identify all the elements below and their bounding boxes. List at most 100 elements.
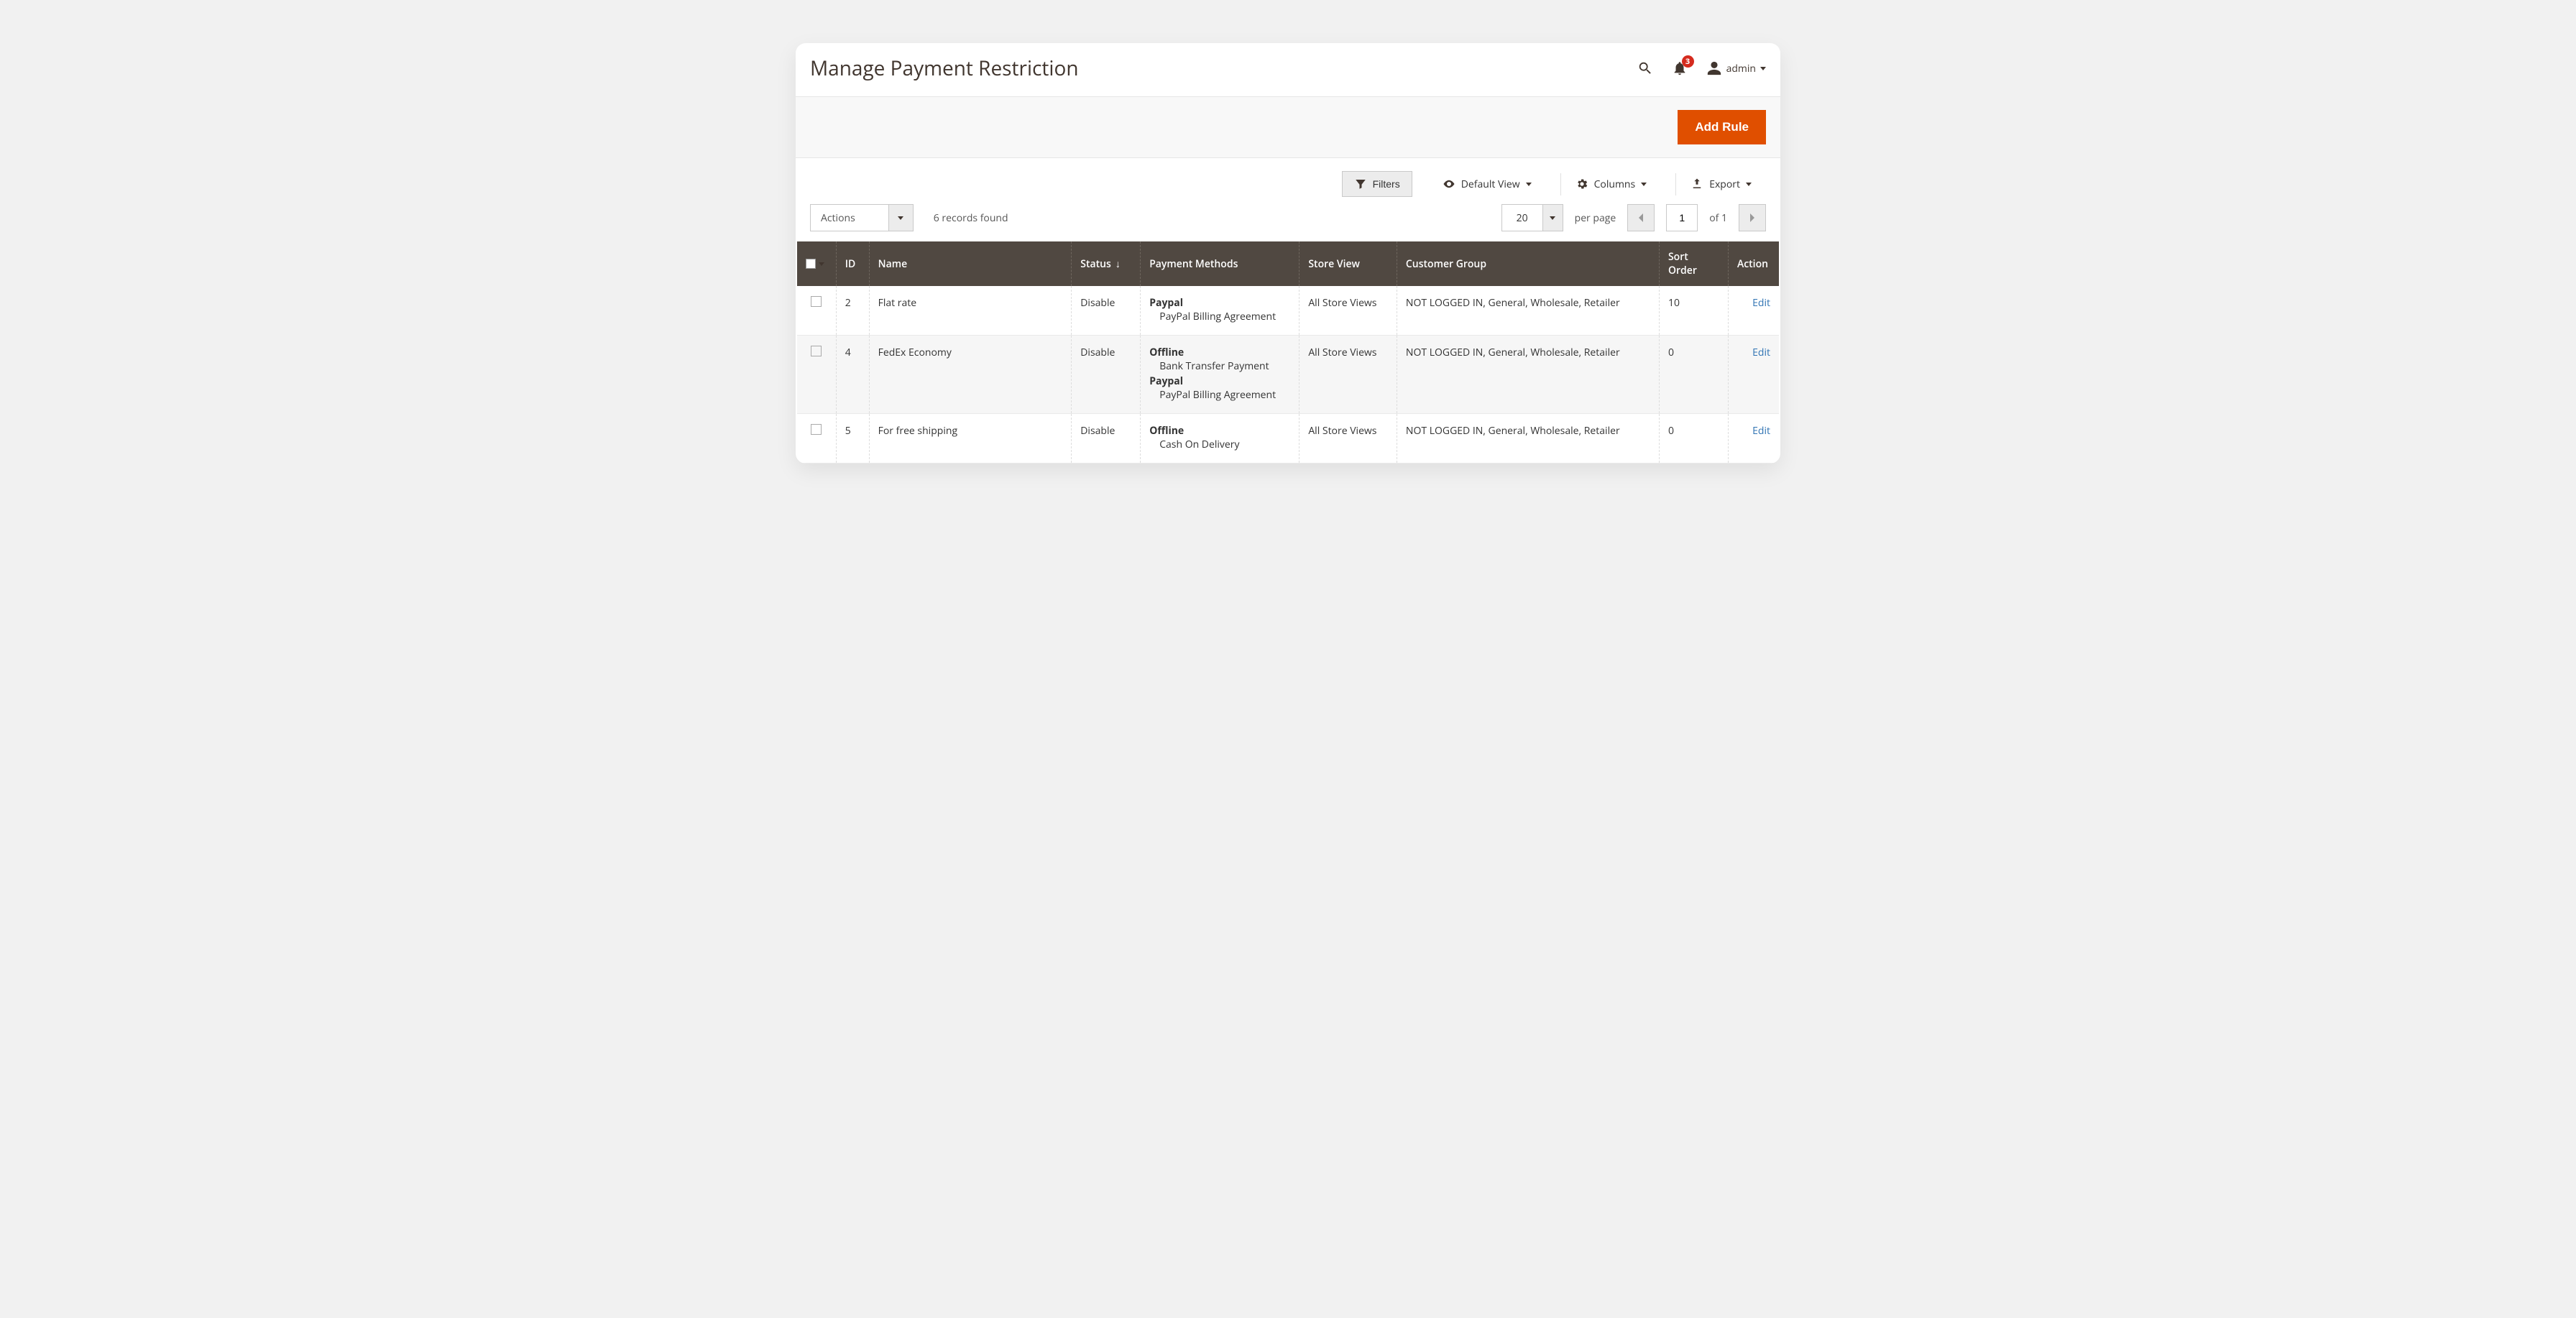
- search-button[interactable]: [1637, 60, 1653, 76]
- columns-label: Columns: [1594, 178, 1636, 191]
- cell-sort-order: 0: [1659, 336, 1728, 414]
- page-total-label: of 1: [1709, 211, 1727, 225]
- records-found-label: 6 records found: [934, 211, 1008, 225]
- payment-method-item: Cash On Delivery: [1149, 438, 1290, 451]
- cell-name: FedEx Economy: [869, 336, 1072, 414]
- table-row: 4FedEx EconomyDisableOfflineBank Transfe…: [797, 336, 1779, 414]
- payment-method-item: Bank Transfer Payment: [1149, 359, 1290, 373]
- rules-grid: ID Name Status ↓ Payment Methods Store Vi…: [797, 241, 1779, 464]
- status-header-text: Status: [1080, 257, 1111, 271]
- cell-payment-methods: PaypalPayPal Billing Agreement: [1141, 286, 1300, 336]
- row-checkbox[interactable]: [811, 346, 822, 356]
- cell-status: Disable: [1072, 336, 1141, 414]
- gear-icon: [1576, 178, 1588, 190]
- user-icon: [1706, 60, 1722, 76]
- per-page-label: per page: [1575, 211, 1616, 225]
- bulk-actions-caret: [888, 205, 913, 231]
- default-view-dropdown[interactable]: Default View: [1428, 173, 1546, 195]
- export-dropdown[interactable]: Export: [1675, 173, 1766, 195]
- row-checkbox[interactable]: [811, 424, 822, 435]
- per-page-select[interactable]: 20: [1501, 204, 1563, 231]
- page-number-input[interactable]: [1666, 204, 1698, 231]
- cell-id: 5: [836, 414, 869, 464]
- header-actions: 3 admin: [1637, 60, 1766, 76]
- payment-method-item: PayPal Billing Agreement: [1149, 310, 1290, 323]
- col-header-customer-group[interactable]: Customer Group: [1397, 241, 1659, 286]
- funnel-icon: [1354, 178, 1367, 190]
- col-header-action: Action: [1728, 241, 1779, 286]
- add-rule-button[interactable]: Add Rule: [1678, 110, 1766, 144]
- cell-action: Edit: [1728, 414, 1779, 464]
- caret-down-icon: [1550, 216, 1555, 220]
- per-page-value: 20: [1502, 211, 1542, 225]
- cell-status: Disable: [1072, 414, 1141, 464]
- caret-down-icon: [1641, 183, 1647, 186]
- grid-header-row: ID Name Status ↓ Payment Methods Store Vi…: [797, 241, 1779, 286]
- table-row: 5For free shippingDisableOfflineCash On …: [797, 414, 1779, 464]
- edit-link[interactable]: Edit: [1752, 424, 1770, 438]
- table-row: 2Flat rateDisablePaypalPayPal Billing Ag…: [797, 286, 1779, 336]
- caret-down-icon: [1746, 183, 1752, 186]
- edit-link[interactable]: Edit: [1752, 346, 1770, 359]
- payment-method-group: Paypal: [1149, 374, 1290, 388]
- page-header: Manage Payment Restriction 3 admin: [796, 43, 1780, 96]
- grid-controls-left: Actions 6 records found: [810, 204, 1008, 231]
- cell-sort-order: 0: [1659, 414, 1728, 464]
- payment-method-group: Offline: [1149, 346, 1290, 359]
- cell-id: 4: [836, 336, 869, 414]
- cell-name: Flat rate: [869, 286, 1072, 336]
- payment-method-item: PayPal Billing Agreement: [1149, 388, 1290, 402]
- eye-icon: [1443, 178, 1455, 190]
- cell-customer-group: NOT LOGGED IN, General, Wholesale, Retai…: [1397, 414, 1659, 464]
- search-icon: [1637, 60, 1653, 76]
- notifications-button[interactable]: 3: [1672, 60, 1688, 76]
- col-header-payment-methods[interactable]: Payment Methods: [1141, 241, 1300, 286]
- filters-button[interactable]: Filters: [1342, 171, 1412, 197]
- bulk-actions-select[interactable]: Actions: [810, 204, 914, 231]
- per-page-caret: [1542, 205, 1563, 231]
- cell-status: Disable: [1072, 286, 1141, 336]
- prev-page-button[interactable]: [1627, 204, 1655, 231]
- caret-down-icon: [819, 262, 824, 266]
- sort-down-icon: ↓: [1116, 257, 1121, 271]
- default-view-label: Default View: [1461, 178, 1520, 191]
- admin-panel-card: Manage Payment Restriction 3 admin Add R…: [796, 43, 1780, 464]
- col-header-status[interactable]: Status ↓: [1072, 241, 1141, 286]
- export-icon: [1690, 178, 1703, 190]
- columns-dropdown[interactable]: Columns: [1560, 173, 1662, 195]
- cell-payment-methods: OfflineBank Transfer PaymentPaypalPayPal…: [1141, 336, 1300, 414]
- col-header-checkbox[interactable]: [797, 241, 836, 286]
- grid-toolbar: Filters Default View Columns Export: [796, 158, 1780, 201]
- cell-customer-group: NOT LOGGED IN, General, Wholesale, Retai…: [1397, 336, 1659, 414]
- caret-down-icon: [898, 216, 903, 220]
- col-header-id[interactable]: ID: [836, 241, 869, 286]
- select-all-checkbox[interactable]: [806, 259, 816, 269]
- cell-store-view: All Store Views: [1300, 336, 1397, 414]
- cell-action: Edit: [1728, 336, 1779, 414]
- notification-badge: 3: [1682, 55, 1694, 68]
- export-label: Export: [1709, 178, 1740, 191]
- admin-label: admin: [1726, 62, 1756, 75]
- cell-store-view: All Store Views: [1300, 286, 1397, 336]
- caret-down-icon: [1526, 183, 1532, 186]
- filters-label: Filters: [1373, 178, 1400, 190]
- col-header-sort-order[interactable]: Sort Order: [1659, 241, 1728, 286]
- cell-id: 2: [836, 286, 869, 336]
- cell-action: Edit: [1728, 286, 1779, 336]
- payment-method-group: Paypal: [1149, 296, 1290, 310]
- cell-name: For free shipping: [869, 414, 1072, 464]
- cell-sort-order: 10: [1659, 286, 1728, 336]
- col-header-name[interactable]: Name: [869, 241, 1072, 286]
- cell-store-view: All Store Views: [1300, 414, 1397, 464]
- row-checkbox[interactable]: [811, 296, 822, 307]
- bulk-actions-label: Actions: [811, 211, 888, 225]
- edit-link[interactable]: Edit: [1752, 296, 1770, 310]
- primary-action-bar: Add Rule: [796, 96, 1780, 158]
- cell-payment-methods: OfflineCash On Delivery: [1141, 414, 1300, 464]
- next-page-button[interactable]: [1739, 204, 1766, 231]
- col-header-store-view[interactable]: Store View: [1300, 241, 1397, 286]
- payment-method-group: Offline: [1149, 424, 1290, 438]
- admin-account-dropdown[interactable]: admin: [1706, 60, 1766, 76]
- grid-controls-right: 20 per page of 1: [1501, 204, 1766, 231]
- caret-down-icon: [1760, 67, 1766, 70]
